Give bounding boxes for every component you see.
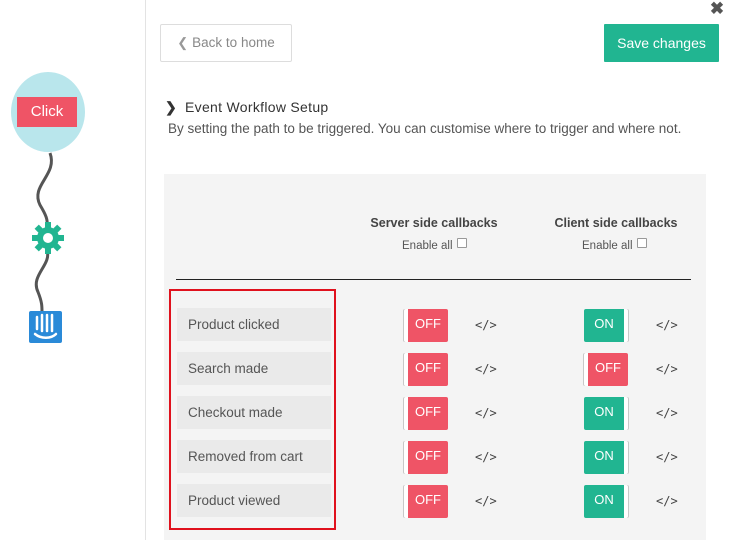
server-enable-all[interactable]: Enable all — [402, 238, 467, 252]
client-code-icon[interactable]: </> — [656, 494, 678, 508]
server-toggle-checkout-made[interactable]: OFF — [404, 397, 448, 430]
highlight-box — [169, 289, 336, 530]
client-code-icon[interactable]: </> — [656, 450, 678, 464]
server-code-icon[interactable]: </> — [475, 362, 497, 376]
server-code-icon[interactable]: </> — [475, 406, 497, 420]
client-code-icon[interactable]: </> — [656, 362, 678, 376]
client-code-icon[interactable]: </> — [656, 318, 678, 332]
section-title[interactable]: ❯ Event Workflow Setup — [165, 99, 329, 116]
client-enable-all-checkbox[interactable] — [636, 238, 647, 248]
server-toggle-product-viewed[interactable]: OFF — [404, 485, 448, 518]
server-code-icon[interactable]: </> — [475, 318, 497, 332]
server-enable-all-checkbox[interactable] — [456, 238, 467, 248]
section-description: By setting the path to be triggered. You… — [168, 121, 682, 136]
client-enable-all[interactable]: Enable all — [582, 238, 647, 252]
workflow-connector — [34, 152, 53, 313]
intercom-icon[interactable] — [29, 311, 62, 343]
server-toggle-product-clicked[interactable]: OFF — [404, 309, 448, 342]
save-changes-button[interactable]: Save changes — [604, 24, 719, 62]
server-enable-all-label: Enable all — [402, 240, 453, 252]
chevron-left-icon: ❮ — [177, 35, 189, 50]
workflow-strip: Click — [0, 0, 146, 540]
back-button-label: Back to home — [192, 35, 275, 50]
client-toggle-product-viewed[interactable]: ON — [584, 485, 628, 518]
client-code-icon[interactable]: </> — [656, 406, 678, 420]
client-toggle-removed-from-cart[interactable]: ON — [584, 441, 628, 474]
section-title-label: Event Workflow Setup — [185, 99, 329, 115]
server-toggle-search-made[interactable]: OFF — [404, 353, 448, 386]
server-code-icon[interactable]: </> — [475, 450, 497, 464]
server-toggle-removed-from-cart[interactable]: OFF — [404, 441, 448, 474]
header-divider — [176, 279, 691, 280]
back-button[interactable]: ❮ Back to home — [160, 24, 292, 62]
client-toggle-search-made[interactable]: OFF — [584, 353, 628, 386]
server-code-icon[interactable]: </> — [475, 494, 497, 508]
client-toggle-product-clicked[interactable]: ON — [584, 309, 628, 342]
client-callbacks-heading: Client side callbacks — [554, 216, 678, 230]
client-toggle-checkout-made[interactable]: ON — [584, 397, 628, 430]
strip-divider — [145, 0, 146, 540]
server-callbacks-heading: Server side callbacks — [370, 216, 498, 230]
close-icon[interactable]: ✖ — [709, 0, 725, 18]
gear-icon[interactable] — [31, 221, 65, 255]
chevron-right-icon: ❯ — [165, 99, 178, 115]
client-enable-all-label: Enable all — [582, 240, 633, 252]
